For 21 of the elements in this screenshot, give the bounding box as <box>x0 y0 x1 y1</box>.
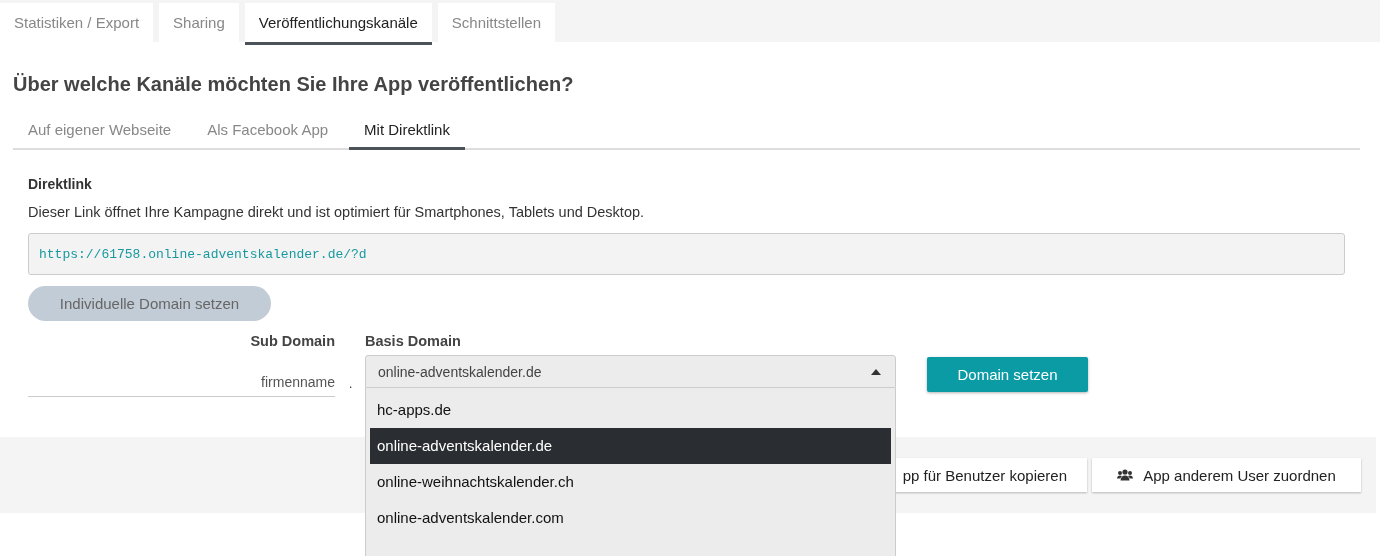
tab[interactable]: Schnittstellen <box>437 3 555 45</box>
channel-tab[interactable]: Mit Direktlink <box>349 111 465 150</box>
caret-icon <box>871 368 881 375</box>
base-domain-select[interactable]: online-adventskalender.de <box>365 355 896 388</box>
footer-button[interactable]: App anderem User zuordnen <box>1092 458 1361 492</box>
base-domain-label: Basis Domain <box>365 333 462 351</box>
channel-tab[interactable]: Auf eigener Webseite <box>13 111 187 150</box>
direktlink-title: Direktlink <box>28 176 93 192</box>
dropdown-option[interactable]: online-weihnachtskalender.ch <box>370 464 891 500</box>
separator: . <box>349 377 354 391</box>
tab[interactable]: Veröffentlichungskanäle <box>244 3 432 45</box>
tab[interactable]: Statistiken / Export <box>0 3 154 45</box>
dropdown-option[interactable]: hc-apps.de <box>370 392 891 428</box>
channel-tab[interactable]: Als Facebook App <box>192 111 344 150</box>
users-icon <box>1117 469 1134 481</box>
direktlink-description: Dieser Link öffnet Ihre Kampagne direkt und ist optimiert für Smartphones, Tablets und Desktop. <box>28 204 646 220</box>
dropdown-option[interactable]: online-adventskalender.com <box>370 500 891 536</box>
tab[interactable]: Sharing <box>159 3 239 45</box>
dropdown-option[interactable]: online-adventskalender.de <box>370 428 891 464</box>
section-heading: Über welche Kanäle möchten Sie Ihre App veröffentlichen? <box>13 72 575 97</box>
sub-domain-label: Sub Domain <box>249 333 335 351</box>
